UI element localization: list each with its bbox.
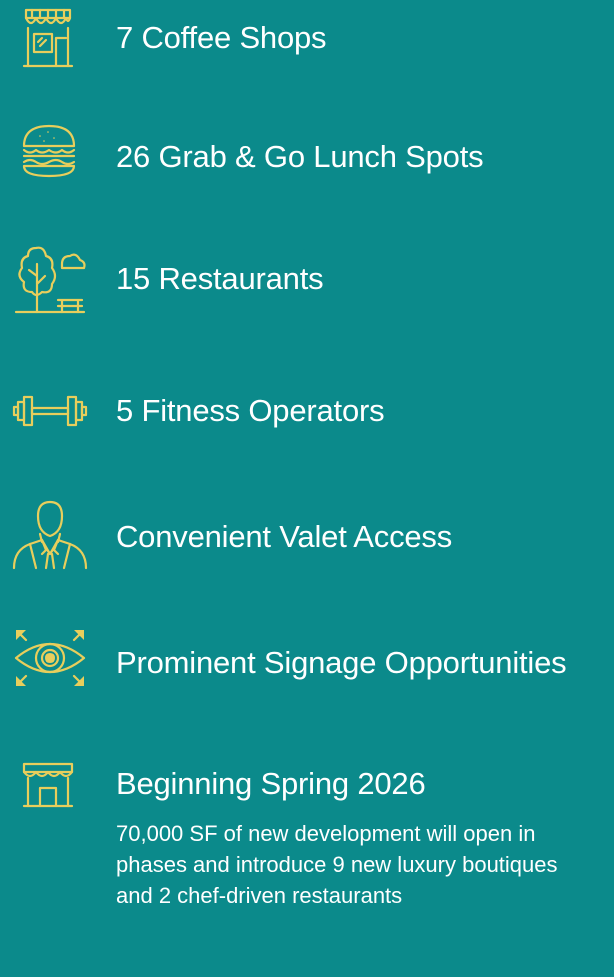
valet-person-icon bbox=[12, 500, 88, 570]
eye-visibility-icon bbox=[12, 626, 88, 690]
burger-icon bbox=[20, 122, 78, 180]
development-description: 70,000 SF of new development will open i… bbox=[116, 821, 558, 908]
amenity-label: Prominent Signage Opportunities bbox=[116, 645, 567, 680]
amenity-label: 5 Fitness Operators bbox=[116, 393, 385, 428]
dumbbell-icon bbox=[12, 394, 88, 428]
amenity-label: 15 Restaurants bbox=[116, 261, 324, 296]
shop-awning-icon bbox=[20, 760, 76, 810]
amenity-label: Convenient Valet Access bbox=[116, 519, 453, 554]
amenity-label: Beginning Spring 2026 bbox=[116, 766, 426, 801]
amenity-label: 7 Coffee Shops bbox=[116, 20, 327, 55]
storefront-icon bbox=[18, 4, 78, 68]
park-tree-icon bbox=[14, 242, 86, 316]
amenity-label: 26 Grab & Go Lunch Spots bbox=[116, 139, 484, 174]
